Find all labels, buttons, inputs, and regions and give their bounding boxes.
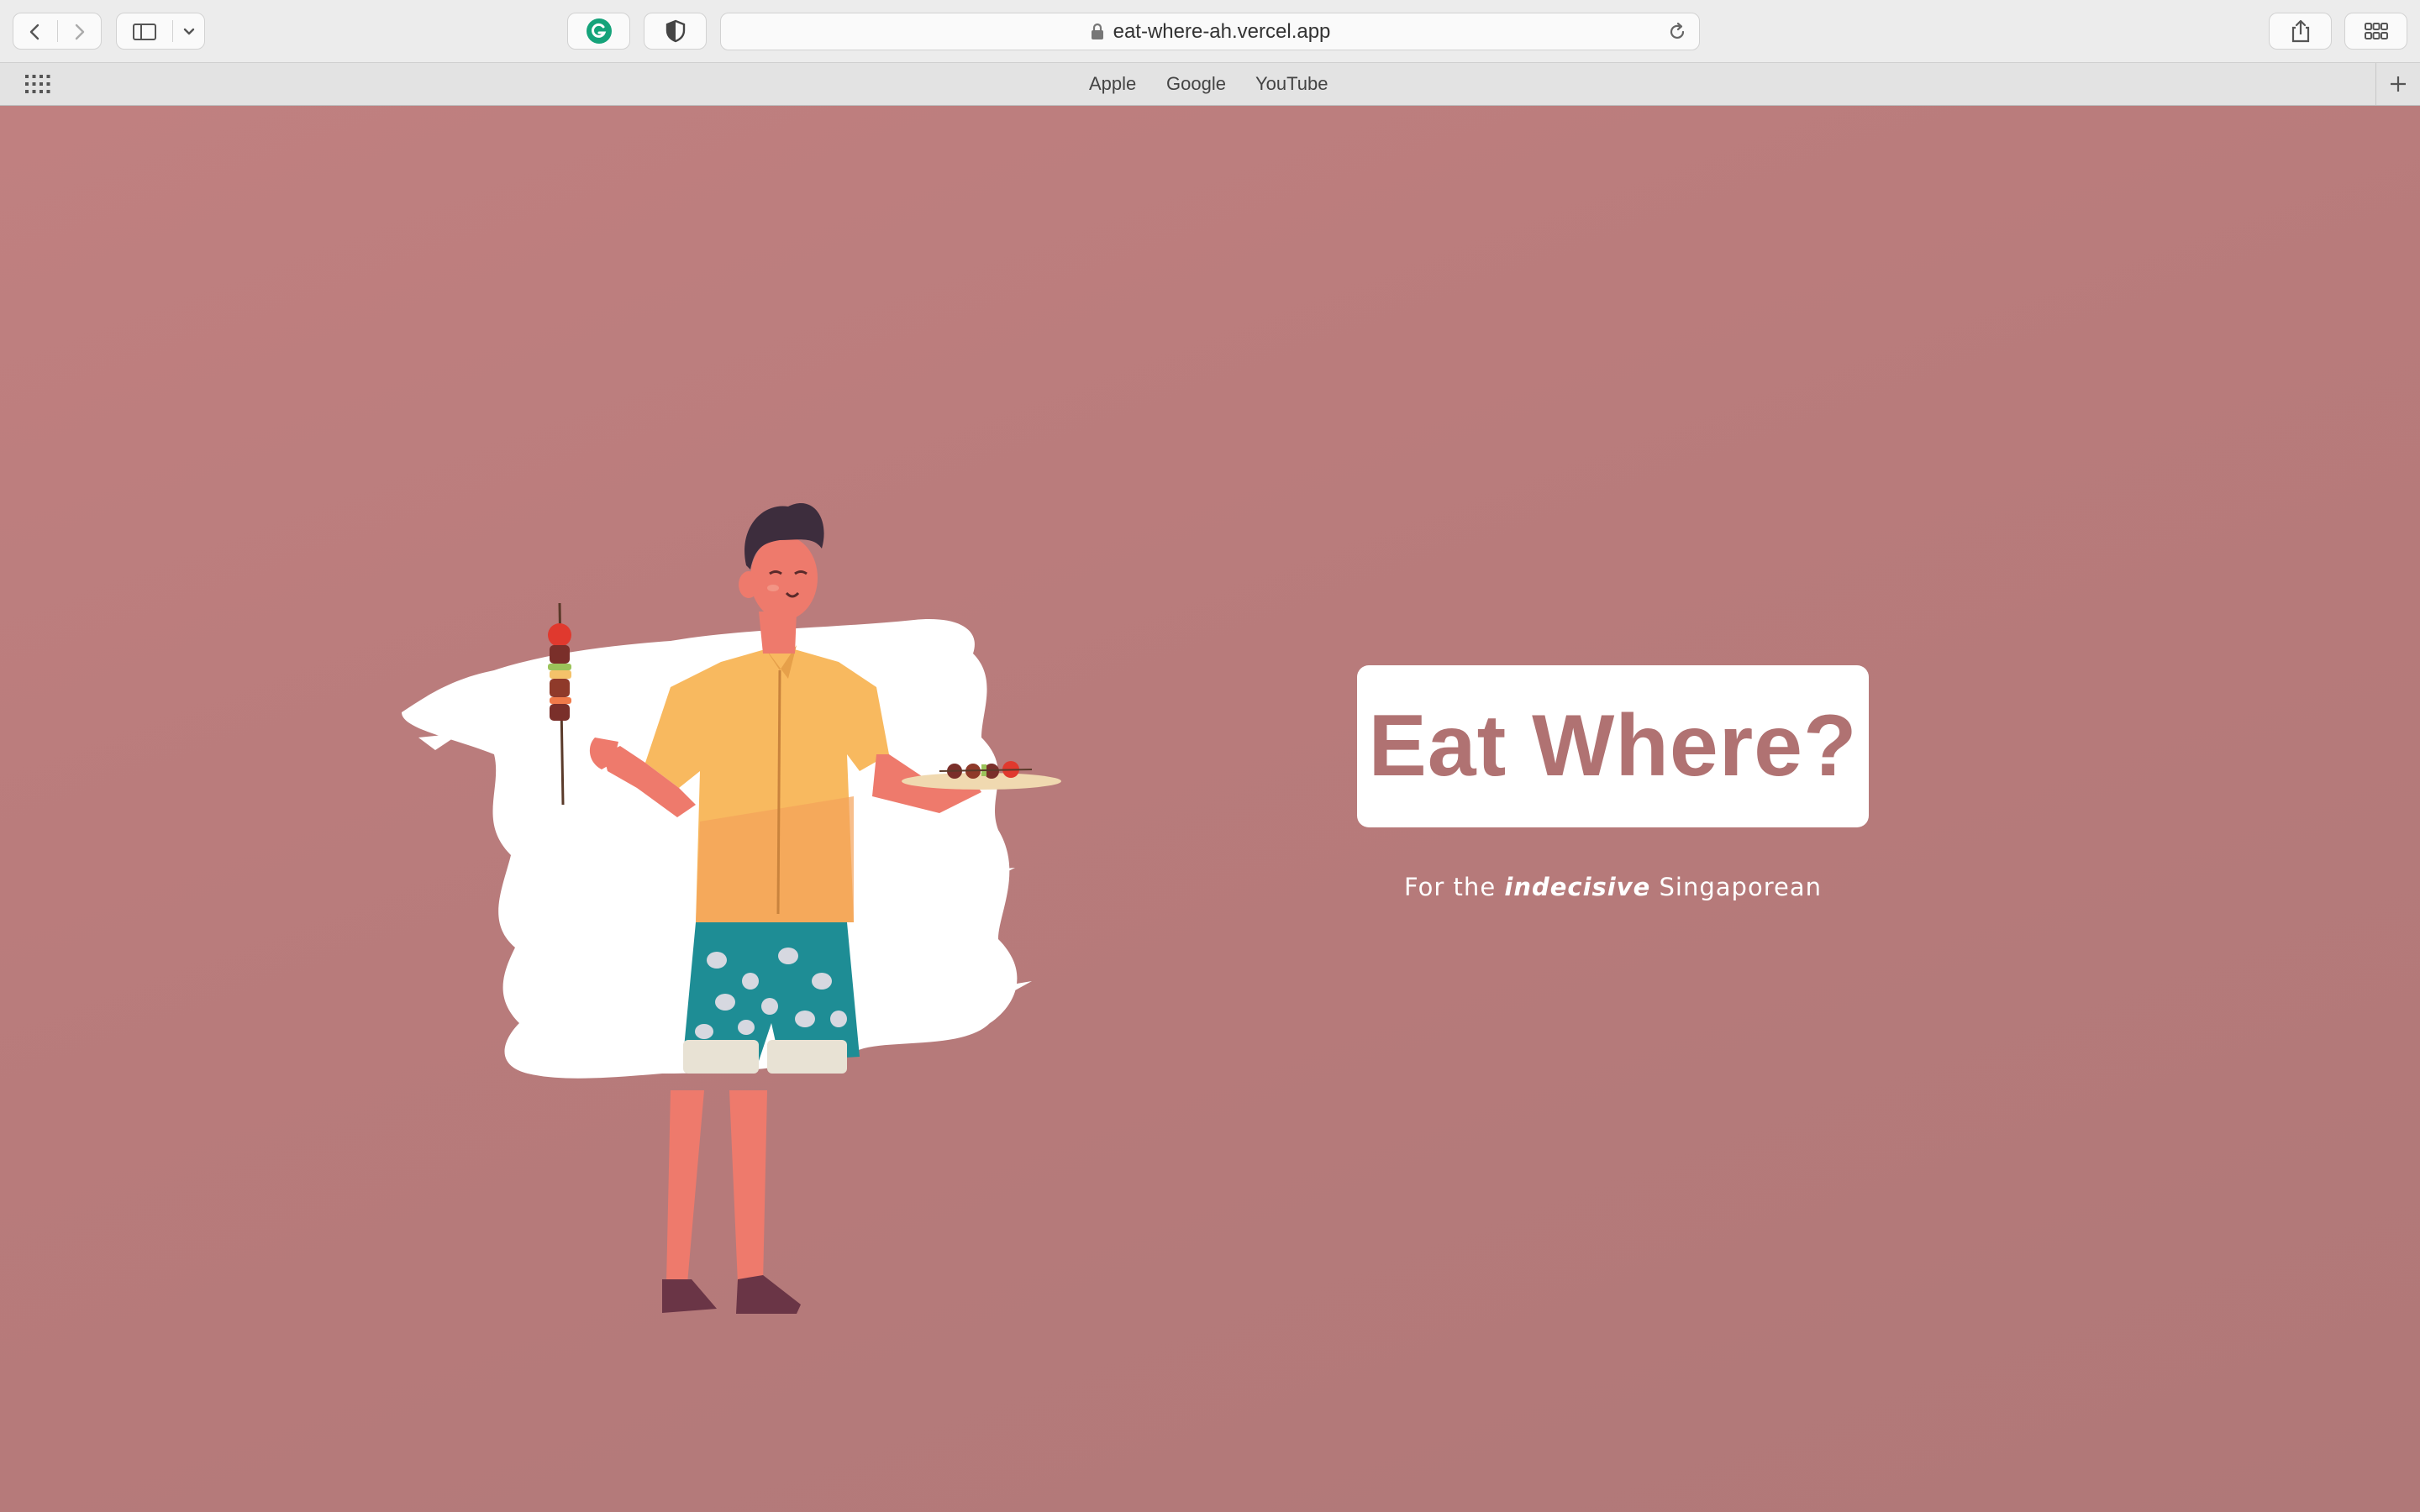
favorite-apple[interactable]: Apple	[1089, 73, 1136, 95]
favorites-grid-button[interactable]	[25, 75, 50, 97]
new-tab-button[interactable]	[2375, 63, 2420, 105]
plus-icon	[2391, 76, 2406, 92]
lock-icon	[1091, 23, 1103, 39]
grid-icon	[25, 75, 50, 93]
sidebar-controls	[116, 13, 205, 50]
privacy-report-button[interactable]	[644, 13, 707, 50]
back-button[interactable]	[25, 22, 45, 42]
nav-buttons	[13, 13, 102, 50]
url-text: eat-where-ah.vercel.app	[1113, 19, 1331, 43]
chevron-down-icon	[183, 28, 195, 35]
grammarly-button[interactable]	[567, 13, 630, 50]
shield-icon	[666, 19, 685, 43]
tagline-emphasis: indecisive	[1504, 873, 1651, 901]
favorite-youtube[interactable]: YouTube	[1255, 73, 1328, 95]
favorites-bar: Apple Google YouTube	[0, 62, 2420, 106]
browser-toolbar: eat-where-ah.vercel.app	[0, 0, 2420, 62]
sidebar-button[interactable]	[132, 22, 157, 42]
favorite-google[interactable]: Google	[1166, 73, 1226, 95]
address-bar[interactable]: eat-where-ah.vercel.app	[720, 13, 1700, 50]
chevron-left-icon	[29, 24, 39, 40]
tab-overview-icon	[2364, 23, 2388, 39]
page-title: Eat Where?	[1368, 697, 1858, 795]
forward-button[interactable]	[69, 22, 89, 42]
tagline-suffix: Singaporean	[1650, 873, 1822, 901]
share-icon	[2291, 19, 2309, 43]
tab-overview-button[interactable]	[2344, 13, 2407, 50]
sidebar-menu-button[interactable]	[181, 24, 197, 40]
browser-window: eat-where-ah.vercel.app Apple Google You…	[0, 0, 2420, 1512]
hero-illustration	[402, 503, 1061, 1314]
tagline: For the indecisive Singaporean	[1357, 873, 1869, 901]
reload-button[interactable]	[1667, 22, 1687, 46]
tagline-prefix: For the	[1404, 873, 1505, 901]
reload-icon	[1670, 22, 1685, 39]
grammarly-icon	[586, 18, 612, 44]
sidebar-icon	[133, 24, 156, 40]
page-content: Eat Where? For the indecisive Singaporea…	[0, 106, 2420, 1512]
share-button[interactable]	[2269, 13, 2332, 50]
chevron-right-icon	[75, 24, 85, 40]
title-card: Eat Where?	[1357, 665, 1869, 827]
